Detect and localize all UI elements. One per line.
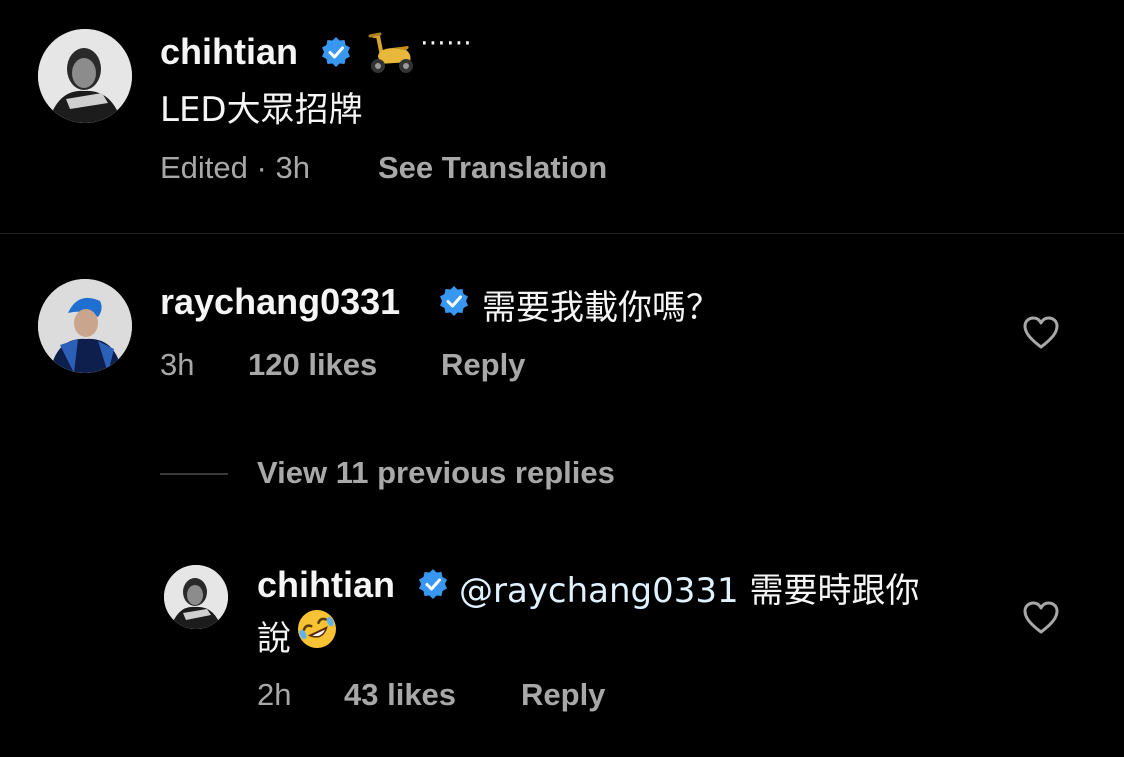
reply-author-username[interactable]: chihtian [257, 564, 395, 606]
view-previous-replies-button[interactable]: View 11 previous replies [257, 455, 615, 491]
verified-badge-icon [322, 37, 350, 67]
caption-trailing-dots: ⋯⋯ [420, 28, 472, 58]
reply-text-line2: 說 [257, 619, 291, 659]
reply-mention-link[interactable]: @raychang0331 需要時跟你 [459, 563, 919, 612]
scooter-icon [368, 32, 413, 73]
caption-divider [0, 233, 1124, 234]
author-username[interactable]: chihtian [160, 31, 298, 73]
comment-likes[interactable]: 120 likes [248, 347, 377, 383]
heart-icon[interactable] [1021, 313, 1061, 353]
author-avatar[interactable] [38, 29, 132, 123]
reply-mention[interactable]: @raychang0331 [459, 571, 739, 611]
caption-edited-time: Edited · 3h [160, 150, 310, 185]
comment-text: 需要我載你嗎？ [482, 288, 720, 328]
see-translation-button[interactable]: See Translation [378, 150, 607, 186]
reply-author-avatar[interactable] [164, 565, 228, 629]
heart-icon[interactable] [1021, 598, 1061, 638]
comment-reply-button[interactable]: Reply [441, 347, 525, 383]
commenter-username[interactable]: raychang0331 [160, 281, 400, 323]
reply-likes[interactable]: 43 likes [344, 677, 456, 713]
reply-time: 2h [257, 677, 292, 712]
rolling-on-floor-laughing-icon [298, 610, 336, 648]
verified-badge-icon [440, 286, 468, 316]
reply-reply-button[interactable]: Reply [521, 677, 605, 713]
commenter-avatar[interactable] [38, 279, 132, 373]
comment-time: 3h [160, 347, 195, 382]
caption-text: LED大眾招牌 [160, 90, 363, 130]
replies-separator-line [160, 473, 228, 475]
reply-text-line1: 需要時跟你 [738, 571, 920, 611]
verified-badge-icon [419, 569, 447, 599]
